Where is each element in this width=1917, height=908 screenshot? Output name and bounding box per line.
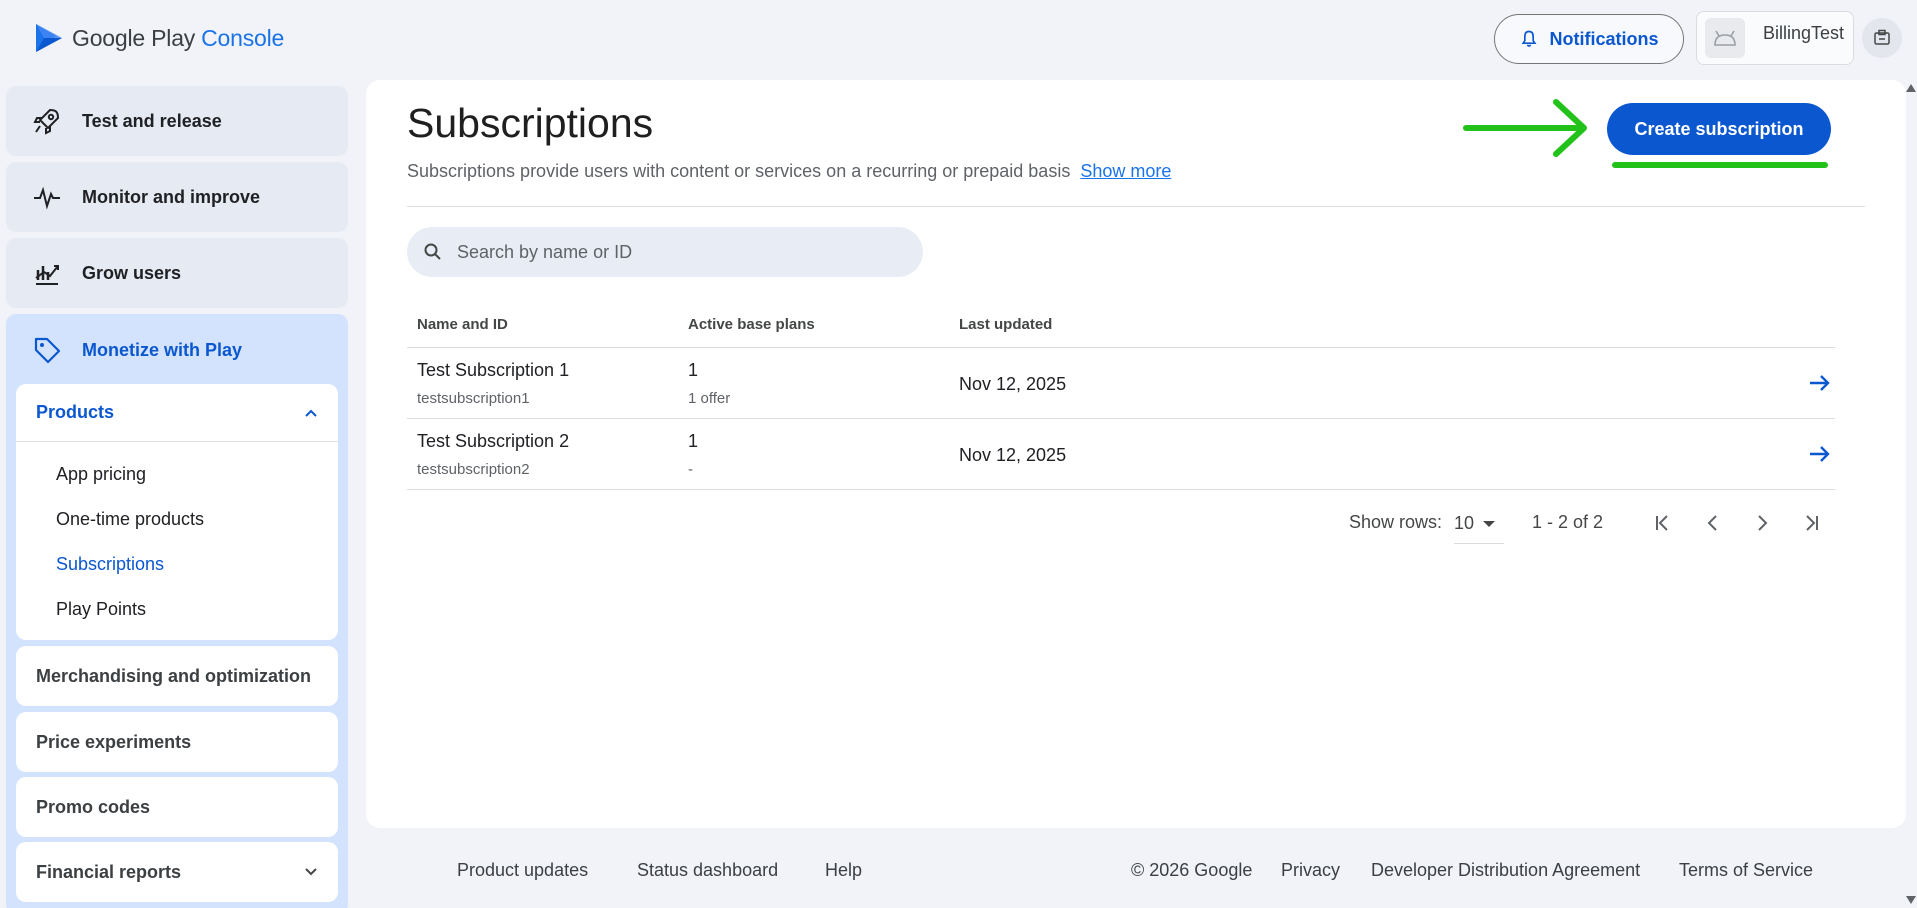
- footer-link-status-dashboard[interactable]: Status dashboard: [637, 860, 778, 881]
- page-range: 1 - 2 of 2: [1532, 512, 1604, 532]
- badge-icon: [1874, 29, 1890, 45]
- sidebar-item-financial-reports[interactable]: Financial reports: [16, 842, 338, 902]
- android-app-icon: [1705, 18, 1745, 58]
- sidebar-item-monitor-and-improve[interactable]: Monitor and improve: [6, 162, 348, 232]
- chevron-up-icon: [305, 409, 317, 417]
- header-divider: [407, 206, 1865, 207]
- play-logo-icon: [36, 24, 62, 52]
- rows-per-page-label: Show rows:: [1349, 512, 1443, 532]
- column-header-plans[interactable]: Active base plans: [688, 316, 815, 333]
- footer: Product updates Status dashboard Help © …: [366, 852, 1906, 892]
- table-row[interactable]: Test Subscription 1 testsubscription1 1 …: [407, 348, 1835, 419]
- subscriptions-table: Name and ID Active base plans Last updat…: [407, 298, 1835, 490]
- growth-chart-icon: [35, 265, 59, 285]
- sidebar-products-group: Products App pricing One-time products S…: [16, 384, 338, 640]
- sidebar-section-monetize: Monetize with Play Products App pricing …: [6, 314, 348, 908]
- sidebar-item-app-pricing[interactable]: App pricing: [56, 464, 146, 485]
- footer-link-help[interactable]: Help: [825, 860, 862, 881]
- arrow-right-icon[interactable]: [1807, 370, 1833, 396]
- dropdown-arrow-icon: [1483, 520, 1496, 527]
- active-base-plans: 1: [688, 431, 699, 451]
- last-page-button[interactable]: [1796, 508, 1826, 538]
- tag-icon: [34, 337, 61, 364]
- scroll-down-arrow-icon[interactable]: [1906, 896, 1916, 904]
- search-icon: [424, 243, 441, 260]
- subscription-id: testsubscription2: [417, 461, 530, 478]
- sidebar-item-label: Financial reports: [36, 861, 182, 882]
- sidebar-item-promo-codes[interactable]: Promo codes: [16, 777, 338, 837]
- footer-link-privacy[interactable]: Privacy: [1281, 860, 1340, 881]
- sidebar-item-price-experiments[interactable]: Price experiments: [16, 712, 338, 772]
- scroll-up-arrow-icon[interactable]: [1906, 84, 1916, 92]
- sidebar-products-toggle[interactable]: Products: [16, 384, 338, 442]
- chevron-down-icon: [305, 868, 317, 876]
- sidebar-item-grow-users[interactable]: Grow users: [6, 238, 348, 308]
- rows-per-page-select[interactable]: 10: [1454, 504, 1504, 544]
- pagination: Show rows: 10 1 - 2 of 2: [366, 500, 1835, 544]
- footer-link-product-updates[interactable]: Product updates: [457, 860, 588, 881]
- offer-count: 1 offer: [688, 390, 731, 407]
- previous-page-button[interactable]: [1698, 508, 1728, 538]
- active-base-plans: 1: [688, 360, 699, 380]
- sidebar-item-one-time-products[interactable]: One-time products: [56, 509, 204, 530]
- chevron-left-icon: [1707, 515, 1717, 531]
- play-console-logo[interactable]: Google Play Console: [34, 22, 284, 54]
- notifications-label: Notifications: [1549, 28, 1659, 49]
- annotation-arrow-icon: [1463, 99, 1587, 157]
- sidebar-item-test-and-release[interactable]: Test and release: [6, 86, 348, 156]
- rocket-icon: [33, 108, 60, 135]
- sidebar-item-label: Monitor and improve: [82, 186, 261, 207]
- subscription-name: Test Subscription 2: [417, 431, 570, 451]
- sidebar-item-play-points[interactable]: Play Points: [56, 599, 146, 620]
- subscription-id: testsubscription1: [417, 390, 530, 407]
- page-description: Subscriptions provide users with content…: [407, 161, 1172, 181]
- app-selector[interactable]: BillingTest: [1696, 11, 1854, 65]
- next-page-button[interactable]: [1747, 508, 1777, 538]
- show-more-link[interactable]: Show more: [1080, 161, 1171, 181]
- top-header: Google Play Console Notifications Billing…: [0, 0, 1917, 80]
- table-row[interactable]: Test Subscription 2 testsubscription2 1 …: [407, 419, 1835, 490]
- sidebar-item-subscriptions[interactable]: Subscriptions: [56, 554, 164, 575]
- annotation-underline: [1612, 162, 1828, 168]
- create-subscription-button[interactable]: Create subscription: [1607, 103, 1831, 155]
- sidebar-item-monetize-with-play[interactable]: Monetize with Play: [32, 332, 242, 368]
- first-page-icon: [1656, 515, 1668, 531]
- app-name: BillingTest: [1763, 22, 1845, 43]
- logo-text: Google Play Console: [72, 24, 285, 51]
- search-input[interactable]: [457, 241, 897, 263]
- products-label: Products: [36, 402, 115, 422]
- rows-per-page-value: 10: [1454, 513, 1475, 533]
- pulse-icon: [34, 186, 60, 210]
- offer-count: -: [688, 461, 693, 478]
- sidebar-item-label: Merchandising and optimization: [36, 665, 312, 686]
- footer-link-distribution-agreement[interactable]: Developer Distribution Agreement: [1371, 860, 1640, 881]
- sidebar-item-label: Promo codes: [36, 796, 151, 817]
- notifications-button[interactable]: Notifications: [1494, 14, 1684, 64]
- subscription-name: Test Subscription 1: [417, 360, 570, 380]
- search-bar: [407, 227, 923, 277]
- side-panel-button[interactable]: [1862, 18, 1902, 58]
- chevron-right-icon: [1758, 515, 1768, 531]
- sidebar-item-label: Monetize with Play: [82, 339, 243, 360]
- column-header-updated[interactable]: Last updated: [959, 316, 1052, 333]
- arrow-right-icon[interactable]: [1807, 441, 1833, 467]
- footer-copyright: © 2026 Google: [1131, 860, 1253, 880]
- page-title: Subscriptions: [407, 100, 654, 146]
- main-content: Subscriptions Subscriptions provide user…: [366, 80, 1906, 828]
- sidebar-item-label: Price experiments: [36, 731, 192, 752]
- last-page-icon: [1806, 515, 1818, 531]
- table-header: Name and ID Active base plans Last updat…: [407, 298, 1835, 348]
- last-updated: Nov 12, 2025: [959, 374, 1067, 394]
- sidebar-item-label: Grow users: [82, 262, 182, 283]
- column-header-name[interactable]: Name and ID: [417, 316, 508, 333]
- footer-link-terms[interactable]: Terms of Service: [1679, 860, 1813, 881]
- bell-icon: [1522, 30, 1537, 47]
- last-updated: Nov 12, 2025: [959, 445, 1067, 465]
- sidebar-item-merchandising[interactable]: Merchandising and optimization: [16, 646, 338, 706]
- first-page-button[interactable]: [1648, 508, 1678, 538]
- sidebar-item-label: Test and release: [82, 110, 222, 131]
